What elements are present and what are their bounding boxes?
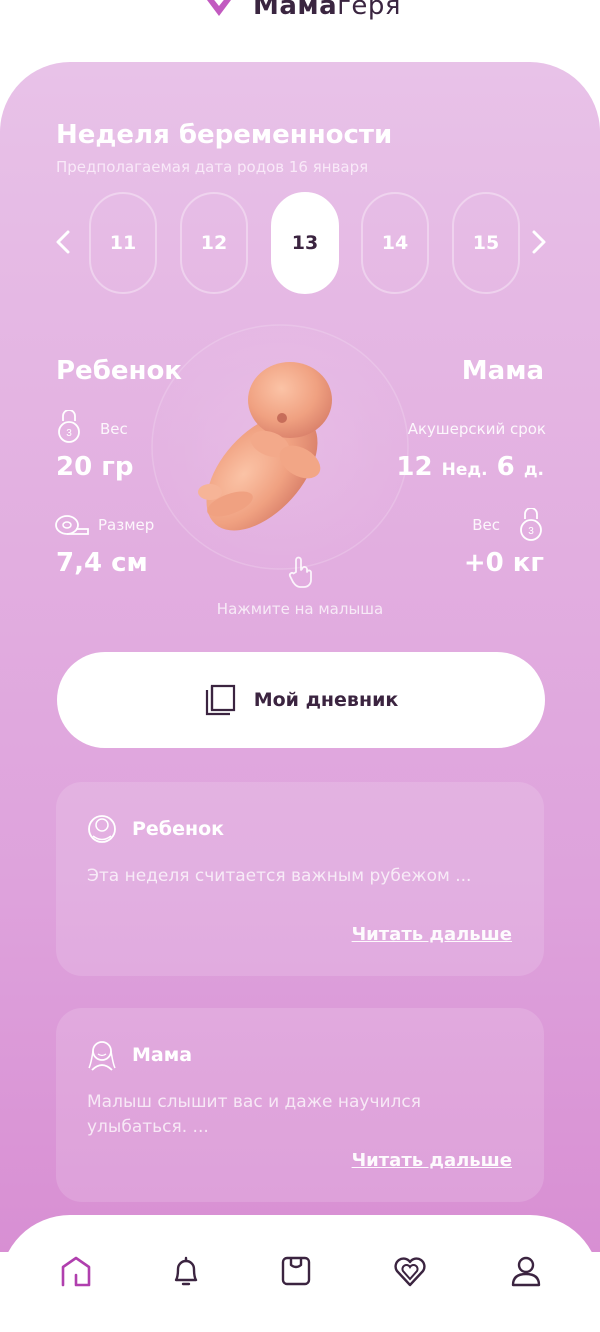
tap-baby-hint: Нажмите на малыша [216, 600, 384, 618]
obstetric-term-value: 12 Нед. 6 д. [396, 452, 544, 482]
bell-icon [174, 1256, 198, 1286]
mom-weight-value: +0 кг [463, 548, 544, 578]
prev-week-button[interactable] [52, 228, 76, 256]
baby-read-more-link[interactable]: Читать дальше [352, 924, 512, 945]
next-week-button[interactable] [526, 228, 550, 256]
baby-size-value: 7,4 см [56, 548, 148, 578]
obstetric-term-label: Акушерский срок [407, 420, 546, 438]
app-logo: Мамагеря [0, 0, 600, 26]
fetus-image [151, 324, 409, 570]
tap-hand-icon [288, 556, 312, 588]
screen: Мамагеря Неделя беременности Предполагае… [0, 0, 600, 1332]
logo-text: Мамагеря [252, 0, 402, 21]
week-selector: 11 12 13 14 15 [0, 192, 600, 296]
baby-illustration[interactable] [150, 322, 410, 588]
week-chip[interactable]: 11 [89, 192, 157, 294]
baby-column-title: Ребенок [56, 356, 182, 386]
page-title: Неделя беременности [56, 120, 393, 150]
kettlebell-icon: 3 [518, 508, 544, 542]
baby-weight-value: 20 гр [56, 452, 134, 482]
calendar-icon [281, 1256, 311, 1286]
baby-info-card[interactable]: Ребенок Эта неделя считается важным рубе… [56, 782, 544, 976]
nav-calendar[interactable] [276, 1251, 316, 1291]
week-chip-selected[interactable]: 13 [271, 192, 339, 294]
tape-measure-icon [54, 514, 90, 538]
mom-card-text: Малыш слышит вас и даже научился улыбать… [87, 1092, 421, 1137]
chevron-left-icon [56, 230, 70, 254]
baby-face-icon [88, 815, 116, 843]
logo-mark-icon [206, 0, 231, 16]
nav-notifications[interactable] [166, 1251, 206, 1291]
mom-column-title: Мама [461, 356, 544, 386]
week-chip[interactable]: 14 [361, 192, 429, 294]
mother-icon [88, 1041, 116, 1071]
baby-card-title: Ребенок [132, 818, 225, 840]
my-diary-button[interactable]: Мой дневник [57, 652, 545, 748]
my-diary-label: Мой дневник [253, 689, 399, 711]
due-date-text: Предполагаемая дата родов 16 января [56, 158, 369, 176]
mom-info-card[interactable]: Мама Малыш слышит вас и даже научился ул… [56, 1008, 544, 1202]
baby-weight-label: Вес [100, 420, 128, 438]
mom-read-more-link[interactable]: Читать дальше [352, 1150, 512, 1171]
chevron-right-icon [532, 230, 546, 254]
mom-card-title: Мама [132, 1044, 193, 1066]
bottom-navigation [0, 1215, 600, 1332]
profile-icon [511, 1256, 541, 1287]
week-chip[interactable]: 12 [180, 192, 248, 294]
pregnancy-panel: Неделя беременности Предполагаемая дата … [0, 62, 600, 1252]
diary-book-icon [205, 684, 235, 716]
baby-card-text: Эта неделя считается важным рубежом ... [87, 866, 472, 886]
mom-weight-label: Вес [472, 516, 500, 534]
svg-text:3: 3 [66, 428, 72, 439]
nav-home[interactable] [56, 1251, 96, 1291]
kettlebell-icon: 3 [56, 410, 82, 444]
heart-spiral-icon [394, 1257, 426, 1287]
home-icon [61, 1256, 91, 1287]
nav-profile[interactable] [506, 1251, 546, 1291]
nav-favorites[interactable] [390, 1251, 430, 1291]
baby-size-label: Размер [98, 516, 155, 534]
week-chip[interactable]: 15 [452, 192, 520, 294]
svg-text:3: 3 [528, 526, 534, 537]
